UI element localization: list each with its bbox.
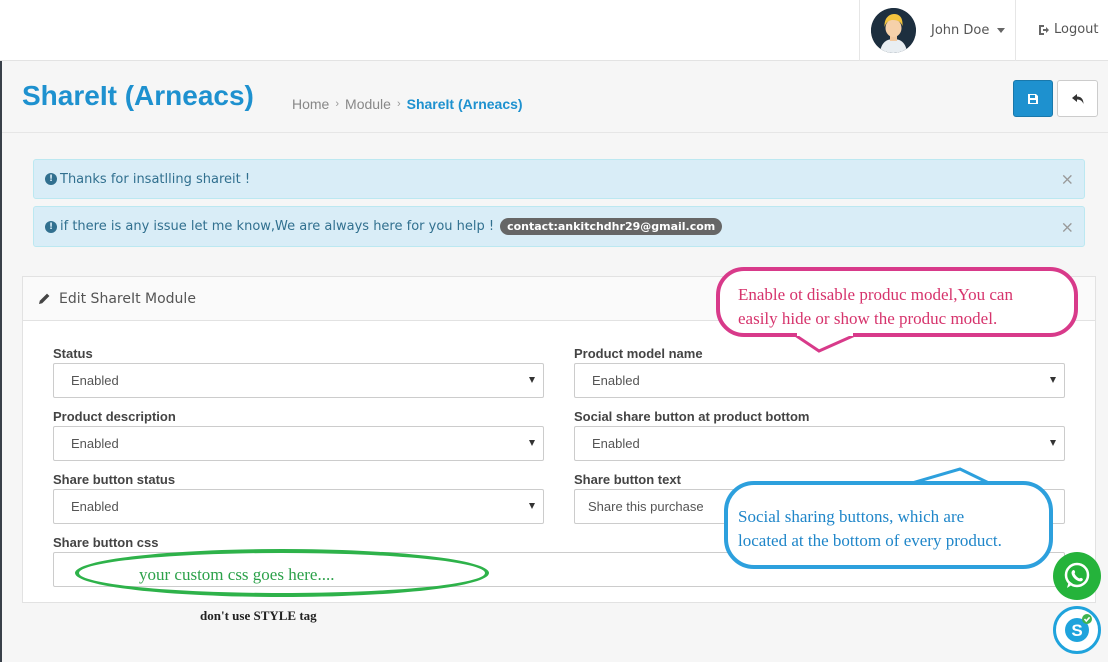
status-select[interactable]: Enabled [53, 363, 544, 398]
social-share-bottom-select[interactable]: Enabled [574, 426, 1065, 461]
top-header: John Doe Logout [0, 0, 1108, 61]
page-header: ShareIt (Arneacs) Home › Module › ShareI… [2, 61, 1108, 133]
annotation-pink-line1: Enable ot disable produc model,You can [738, 285, 1013, 304]
annotation-pink-bubble: Enable ot disable produc model,You can e… [716, 267, 1078, 337]
save-button[interactable] [1013, 80, 1053, 117]
alert-info: ! Thanks for insatlling shareit ! × [33, 159, 1085, 199]
logout-label: Logout [1054, 22, 1099, 37]
annotation-blue-line1: Social sharing buttons, which are [738, 507, 965, 526]
contact-badge: contact:ankitchdhr29@gmail.com [500, 218, 723, 235]
product-description-select[interactable]: Enabled [53, 426, 544, 461]
social-share-bottom-value: Enabled [592, 436, 640, 451]
breadcrumb-module[interactable]: Module [345, 96, 391, 112]
skype-icon[interactable]: S [1053, 606, 1101, 654]
pencil-icon [39, 293, 50, 304]
alert-info: ! if there is any issue let me know,We a… [33, 206, 1085, 247]
back-button[interactable] [1057, 80, 1098, 117]
annotation-pink-pointer [795, 331, 856, 353]
svg-text:S: S [1071, 621, 1082, 640]
product-description-label: Product description [53, 409, 176, 424]
share-button-status-label: Share button status [53, 472, 176, 487]
annotation-blue-line2: located at the bottom of every product. [738, 531, 1002, 550]
product-model-name-select[interactable]: Enabled [574, 363, 1065, 398]
breadcrumb-separator-icon: › [335, 98, 340, 110]
breadcrumb: Home › Module › ShareIt (Arneacs) [292, 96, 523, 112]
breadcrumb-current[interactable]: ShareIt (Arneacs) [407, 96, 523, 112]
share-button-status-value: Enabled [71, 499, 119, 514]
select-arrow-icon [529, 503, 535, 509]
close-icon[interactable]: × [1061, 170, 1074, 189]
page-title: ShareIt (Arneacs) [22, 80, 254, 111]
info-icon: ! [45, 220, 57, 233]
user-name: John Doe [931, 23, 990, 38]
logout-link[interactable]: Logout [1038, 22, 1099, 37]
select-arrow-icon [529, 377, 535, 383]
breadcrumb-home[interactable]: Home [292, 96, 329, 112]
product-model-name-label: Product model name [574, 346, 703, 361]
share-button-status-select[interactable]: Enabled [53, 489, 544, 524]
annotation-note: don't use STYLE tag [200, 608, 317, 623]
status-label: Status [53, 346, 93, 361]
info-icon: ! [45, 173, 57, 185]
avatar [871, 8, 916, 53]
social-share-bottom-label: Social share button at product bottom [574, 409, 810, 424]
close-icon[interactable]: × [1061, 217, 1074, 236]
annotation-green-text: your custom css goes here.... [139, 565, 335, 584]
caret-down-icon [997, 28, 1006, 33]
select-arrow-icon [529, 440, 535, 446]
product-model-name-value: Enabled [592, 373, 640, 388]
annotation-blue-bubble: Social sharing buttons, which are locate… [724, 481, 1053, 569]
select-arrow-icon [1050, 377, 1056, 383]
sidebar-edge [0, 61, 2, 662]
user-menu[interactable]: John Doe [859, 0, 1016, 61]
annotation-green-ellipse: your custom css goes here.... [75, 549, 489, 597]
annotation-pink-line2: easily hide or show the produc model. [738, 309, 998, 328]
breadcrumb-separator-icon: › [396, 98, 401, 110]
alert-text: Thanks for insatlling shareit ! [60, 171, 251, 187]
whatsapp-icon[interactable] [1053, 552, 1101, 600]
product-description-value: Enabled [71, 436, 119, 451]
reply-icon [1071, 93, 1083, 104]
logout-icon [1039, 24, 1049, 35]
panel-title: Edit ShareIt Module [59, 290, 196, 307]
alert-text: if there is any issue let me know,We are… [60, 219, 495, 234]
share-button-text-value: Share this purchase [588, 499, 704, 514]
share-button-text-label: Share button text [574, 472, 681, 487]
status-value: Enabled [71, 373, 119, 388]
share-button-css-label: Share button css [53, 535, 159, 550]
save-icon [1028, 93, 1038, 104]
select-arrow-icon [1050, 440, 1056, 446]
